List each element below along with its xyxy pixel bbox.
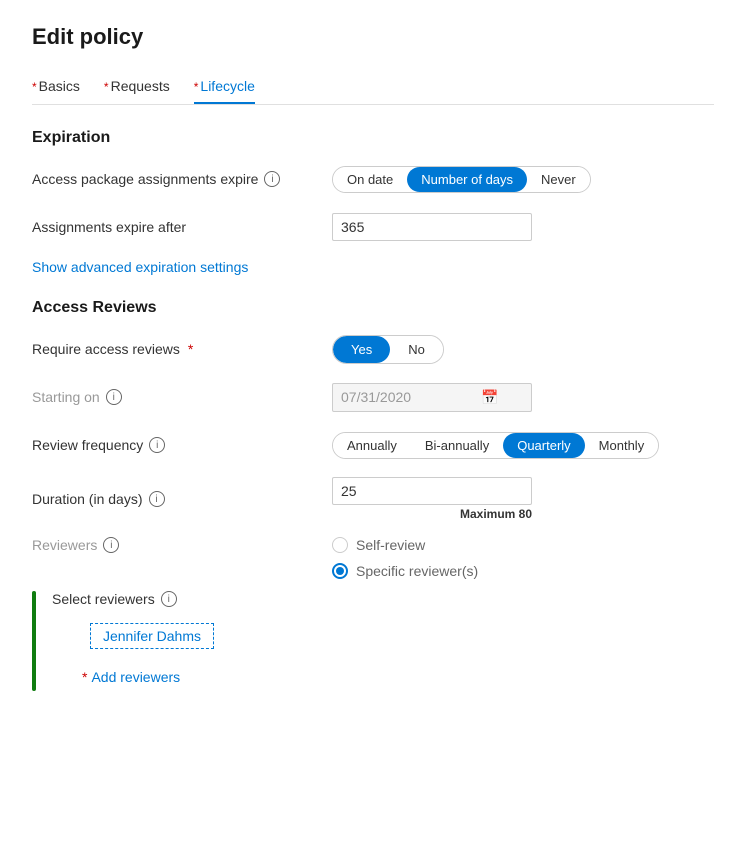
expire-info-icon[interactable]: i bbox=[264, 171, 280, 187]
reviewers-info-icon[interactable]: i bbox=[103, 537, 119, 553]
reviewers-control: Self-review Specific reviewer(s) bbox=[332, 537, 714, 579]
select-reviewers-info-icon[interactable]: i bbox=[161, 591, 177, 607]
assignments-expire-input[interactable] bbox=[332, 213, 532, 241]
duration-label: Duration (in days) i bbox=[32, 491, 332, 507]
duration-row: Duration (in days) i Maximum 80 bbox=[32, 477, 714, 521]
require-reviews-row: Require access reviews * Yes No bbox=[32, 333, 714, 365]
add-reviewers-link[interactable]: * Add reviewers bbox=[82, 669, 714, 685]
select-reviewers-section: Select reviewers i Jennifer Dahms * Add … bbox=[32, 591, 714, 691]
starting-on-control: 📅 bbox=[332, 383, 714, 412]
reviewers-row: Reviewers i Self-review Specific reviewe… bbox=[32, 537, 714, 579]
select-reviewers-label-row: Select reviewers i bbox=[52, 591, 714, 607]
date-input-wrapper: 📅 bbox=[332, 383, 532, 412]
expiration-section-title: Expiration bbox=[32, 129, 714, 147]
freq-quarterly[interactable]: Quarterly bbox=[503, 433, 584, 458]
assignments-expire-row: Assignments expire after bbox=[32, 211, 714, 243]
radio-self-label: Self-review bbox=[356, 537, 425, 553]
require-star: * bbox=[188, 341, 193, 357]
require-yes[interactable]: Yes bbox=[333, 336, 390, 363]
radio-self-review[interactable]: Self-review bbox=[332, 537, 714, 553]
assignments-expire-label: Assignments expire after bbox=[32, 219, 332, 235]
frequency-info-icon[interactable]: i bbox=[149, 437, 165, 453]
tab-requests[interactable]: *Requests bbox=[104, 78, 170, 104]
freq-bi-annually[interactable]: Bi-annually bbox=[411, 433, 503, 458]
add-reviewers-star: * bbox=[82, 669, 87, 685]
lifecycle-required-star: * bbox=[194, 80, 199, 94]
require-reviews-label: Require access reviews * bbox=[32, 341, 332, 357]
reviewers-label: Reviewers i bbox=[32, 537, 332, 553]
green-bar-indicator bbox=[32, 591, 36, 691]
expire-never[interactable]: Never bbox=[527, 167, 590, 192]
radio-specific-circle bbox=[332, 563, 348, 579]
review-frequency-label: Review frequency i bbox=[32, 437, 332, 453]
reviewer-type-group: Self-review Specific reviewer(s) bbox=[332, 537, 714, 579]
starting-on-info-icon[interactable]: i bbox=[106, 389, 122, 405]
page-title: Edit policy bbox=[32, 24, 714, 50]
freq-annually[interactable]: Annually bbox=[333, 433, 411, 458]
access-reviews-section-title: Access Reviews bbox=[32, 299, 714, 317]
tab-basics[interactable]: *Basics bbox=[32, 78, 80, 104]
duration-input[interactable] bbox=[332, 477, 532, 505]
duration-max-label: Maximum 80 bbox=[332, 507, 532, 521]
expire-on-date[interactable]: On date bbox=[333, 167, 407, 192]
duration-info-icon[interactable]: i bbox=[149, 491, 165, 507]
expire-num-days[interactable]: Number of days bbox=[407, 167, 527, 192]
radio-self-circle bbox=[332, 537, 348, 553]
radio-specific-review[interactable]: Specific reviewer(s) bbox=[332, 563, 714, 579]
add-reviewers-label: Add reviewers bbox=[91, 669, 180, 685]
assignments-expire-control bbox=[332, 213, 714, 241]
reviewer-content: Select reviewers i Jennifer Dahms * Add … bbox=[52, 591, 714, 691]
starting-on-row: Starting on i 📅 bbox=[32, 381, 714, 413]
frequency-segmented: Annually Bi-annually Quarterly Monthly bbox=[332, 432, 659, 459]
reviewer-name-tag[interactable]: Jennifer Dahms bbox=[90, 623, 214, 649]
require-reviews-control: Yes No bbox=[332, 335, 714, 364]
duration-control: Maximum 80 bbox=[332, 477, 714, 521]
freq-monthly[interactable]: Monthly bbox=[585, 433, 659, 458]
radio-specific-label: Specific reviewer(s) bbox=[356, 563, 478, 579]
require-no[interactable]: No bbox=[390, 336, 443, 363]
starting-on-label: Starting on i bbox=[32, 389, 332, 405]
basics-required-star: * bbox=[32, 80, 37, 94]
calendar-icon: 📅 bbox=[481, 389, 498, 406]
expire-row: Access package assignments expire i On d… bbox=[32, 163, 714, 195]
expire-label: Access package assignments expire i bbox=[32, 171, 332, 187]
expire-segmented: On date Number of days Never bbox=[332, 166, 591, 193]
frequency-control: Annually Bi-annually Quarterly Monthly bbox=[332, 432, 714, 459]
review-frequency-row: Review frequency i Annually Bi-annually … bbox=[32, 429, 714, 461]
advanced-expiration-link[interactable]: Show advanced expiration settings bbox=[32, 259, 248, 275]
tab-lifecycle[interactable]: *Lifecycle bbox=[194, 78, 255, 104]
requests-required-star: * bbox=[104, 80, 109, 94]
expire-options: On date Number of days Never bbox=[332, 166, 714, 193]
duration-wrapper: Maximum 80 bbox=[332, 477, 714, 521]
tab-bar: *Basics *Requests *Lifecycle bbox=[32, 78, 714, 105]
yes-no-segmented: Yes No bbox=[332, 335, 444, 364]
starting-on-input[interactable] bbox=[341, 389, 481, 405]
